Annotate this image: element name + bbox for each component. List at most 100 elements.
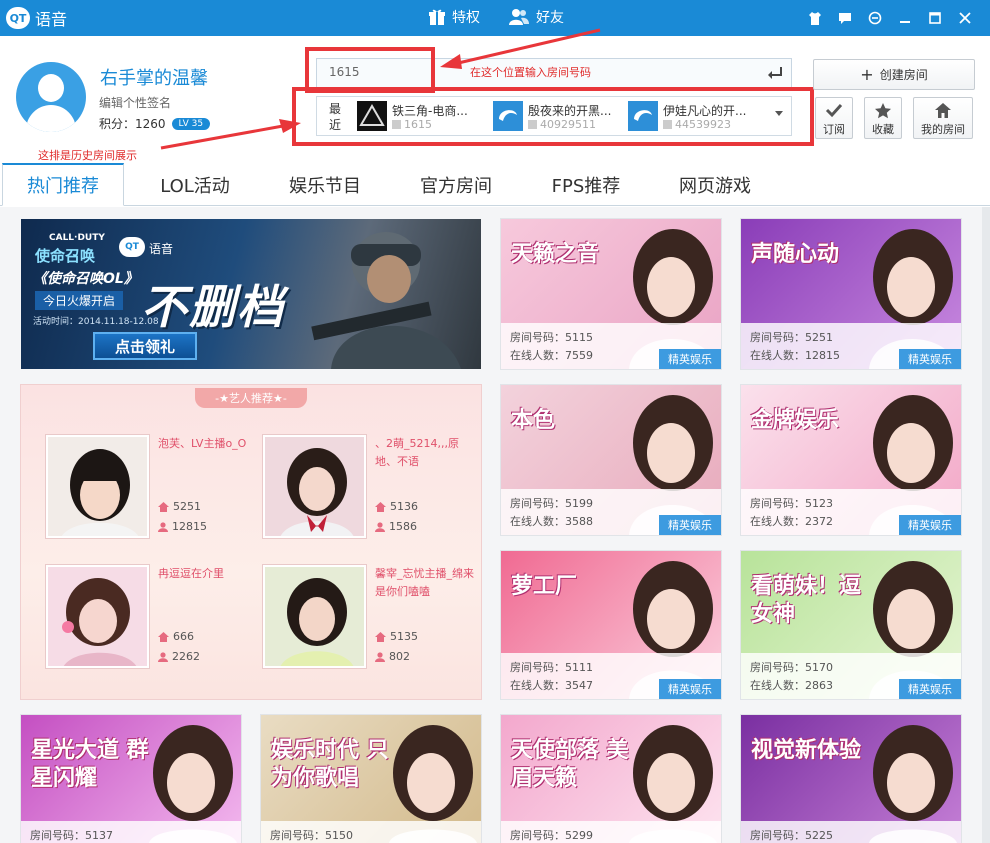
room-card[interactable]: 本色 房间号码：5199 在线人数：3588 精英娱乐 [501, 385, 721, 535]
room-cover-title: 看萌妹！逗女神 [751, 574, 862, 627]
room-card[interactable]: 萝工厂 房间号码：5111 在线人数：3547 精英娱乐 [501, 551, 721, 699]
room-card[interactable]: 娱乐时代 只为你歌唱房间号码：5150 [261, 715, 481, 843]
create-room-button[interactable]: + 创建房间 [813, 59, 975, 90]
room-info: 房间号码：5299 [501, 821, 721, 843]
room-info: 房间号码：5150 [261, 821, 481, 843]
user-icon [375, 521, 385, 532]
room-category-tag: 精英娱乐 [899, 515, 961, 535]
artist-photo [263, 565, 366, 668]
avatar[interactable] [16, 62, 86, 132]
nav-friends-label: 好友 [536, 10, 564, 26]
artist-recommend-panel: -★艺人推荐★- 泡芙、LV主播o_O 5251 12815 、2萌_5214,… [21, 385, 481, 699]
tab-entertainment[interactable]: 娱乐节目 [270, 163, 380, 206]
home-icon [914, 102, 972, 122]
minimize-icon[interactable] [890, 8, 920, 28]
room-cover-title: 萝工厂 [511, 574, 578, 599]
cod-logo-en: CALL·DUTY [49, 233, 105, 243]
artist-name: 馨宰_忘忧主播_绵来是你们嗑嗑 [375, 567, 474, 598]
subscribe-label: 订阅 [823, 123, 845, 136]
room-number: 房间号码：5150 [270, 829, 353, 842]
room-card[interactable]: 金牌娱乐 房间号码：5123 在线人数：2372 精英娱乐 [741, 385, 961, 535]
app-logo: QT 语音 [6, 6, 67, 30]
room-cover-title: 娱乐时代 只为你歌唱 [271, 738, 389, 791]
favorite-label: 收藏 [872, 123, 894, 136]
room-card[interactable]: 看萌妹！逗女神 房间号码：5170 在线人数：2863 精英娱乐 [741, 551, 961, 699]
close-icon[interactable] [950, 8, 980, 28]
room-cover-title: 金牌娱乐 [751, 408, 840, 433]
user-icon [375, 651, 385, 662]
artist-online: 1586 [375, 520, 417, 533]
online-count: 在线人数：3547 [510, 679, 593, 692]
artist-room: 5135 [375, 630, 418, 643]
artist-room: 666 [158, 630, 194, 643]
banner-headline: 不删档 [141, 280, 285, 334]
artist-card[interactable]: 泡芙、LV主播o_O 5251 12815 [46, 435, 256, 545]
username[interactable]: 右手掌的温馨 [100, 64, 208, 90]
artist-photo [46, 565, 149, 668]
nav-privilege-button[interactable]: 特权 [428, 7, 480, 27]
tab-lol[interactable]: LOL活动 [140, 163, 250, 206]
check-icon [816, 102, 852, 121]
room-cover-title: 本色 [511, 408, 556, 433]
artist-name: 泡芙、LV主播o_O [158, 437, 247, 450]
room-card[interactable]: 视觉新体验 房间号码：5225 [741, 715, 961, 843]
scrollbar[interactable] [982, 207, 990, 843]
banner-date: 活动时间：2014.11.18-12.08 [33, 317, 159, 327]
room-info: 房间号码：5137 [21, 821, 241, 843]
room-card[interactable]: 声随心动房间号码：5251 在线人数：12815 精英娱乐 [741, 219, 961, 369]
tab-hot[interactable]: 热门推荐 [2, 163, 124, 206]
friends-icon [509, 9, 529, 25]
qt-logo-text: 语音 [149, 242, 174, 256]
signature-edit[interactable]: 编辑个性签名 [99, 94, 171, 111]
settings-icon[interactable] [860, 8, 890, 28]
room-info: 房间号码：5225 [741, 821, 961, 843]
room-card[interactable]: 天使部落 美眉天籁房间号码：5299 [501, 715, 721, 843]
artist-card[interactable]: 、2萌_5214,,,原地、不语 5136 1586 [263, 435, 473, 545]
online-count: 在线人数：3588 [510, 515, 593, 528]
maximize-icon[interactable] [920, 8, 950, 28]
artist-room: 5136 [375, 500, 418, 513]
artist-photo [46, 435, 149, 538]
home-icon [158, 501, 169, 512]
room-cover-title: 天使部落 美眉天籁 [511, 738, 629, 791]
artist-card[interactable]: 馨宰_忘忧主播_绵来是你们嗑嗑 5135 802 [263, 565, 474, 675]
room-cover-title: 声随心动 [751, 242, 840, 267]
tab-webgame[interactable]: 网页游戏 [660, 163, 770, 206]
recent-highlight-box [292, 87, 814, 146]
artist-online: 802 [375, 650, 410, 663]
artist-name: 、2萌_5214,,,原地、不语 [375, 437, 459, 468]
room-category-tag: 精英娱乐 [659, 349, 721, 369]
banner-title: 《使命召唤OL》 [33, 271, 138, 287]
arrow-annotation-icon [440, 28, 601, 69]
enter-icon[interactable] [767, 66, 783, 83]
home-icon [375, 501, 386, 512]
skin-icon[interactable] [800, 8, 830, 28]
room-number: 房间号码：5170 [750, 661, 833, 674]
nav-friends-button[interactable]: 好友 [508, 7, 564, 27]
qt-logo-icon: QT [119, 237, 145, 257]
plus-icon: + [860, 65, 874, 84]
tab-fps[interactable]: FPS推荐 [531, 163, 641, 206]
artist-photo [263, 435, 366, 538]
room-card[interactable]: 星光大道 群星闪耀房间号码：5137 [21, 715, 241, 843]
my-rooms-label: 我的房间 [921, 123, 965, 136]
artist-card[interactable]: 冉逗逗在介里 666 2262 [46, 565, 256, 675]
category-tabs: 热门推荐 LOL活动 娱乐节目 官方房间 FPS推荐 网页游戏 [0, 163, 990, 206]
nav-privilege-label: 特权 [452, 10, 480, 26]
user-icon [158, 521, 168, 532]
tab-official[interactable]: 官方房间 [401, 163, 511, 206]
message-icon[interactable] [830, 8, 860, 28]
cod-promo-banner[interactable]: CALL·DUTY 使命召唤 QT 语音 《使命召唤OL》 今日火爆开启 活动时… [21, 219, 481, 369]
room-category-tag: 精英娱乐 [899, 349, 961, 369]
claim-gift-button[interactable]: 点击领礼 [93, 332, 197, 360]
room-card[interactable]: 天籁之音 房间号码：5115 在线人数：7559 精英娱乐 [501, 219, 721, 369]
room-cover-title: 星光大道 群星闪耀 [31, 738, 149, 791]
home-icon [375, 631, 386, 642]
home-icon [158, 631, 169, 642]
user-icon [158, 651, 168, 662]
room-number: 房间号码：5137 [30, 829, 113, 842]
room-number: 房间号码：5299 [510, 829, 593, 842]
room-number: 房间号码：5251 [750, 331, 833, 344]
gift-icon [429, 9, 445, 25]
online-count: 在线人数：12815 [750, 349, 840, 362]
